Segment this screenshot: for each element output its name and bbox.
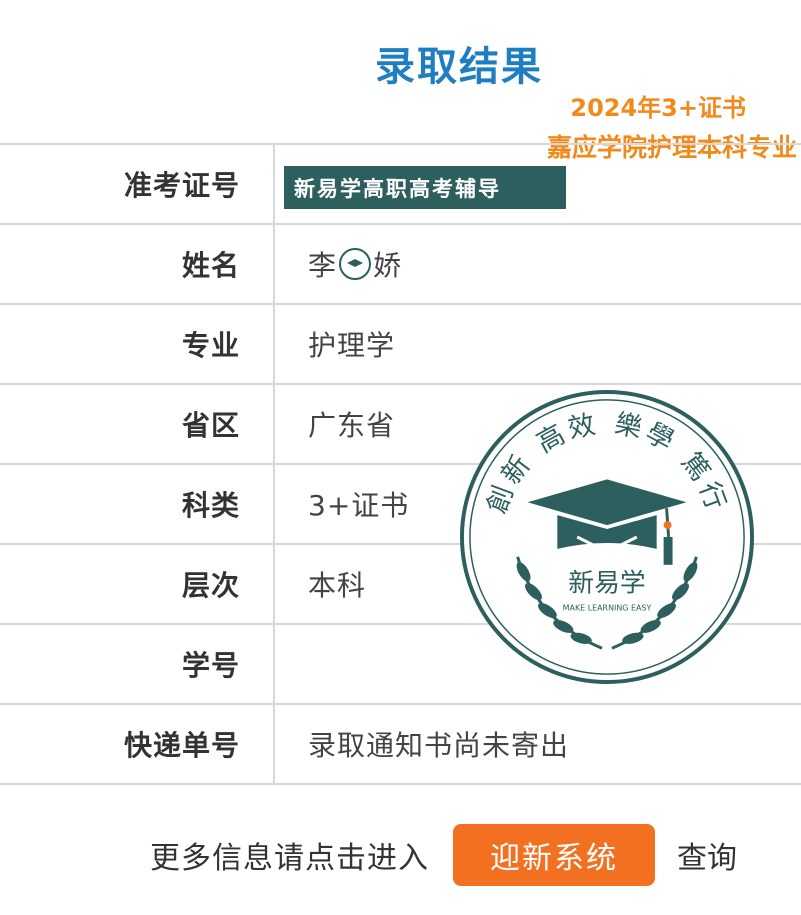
- row-label: 省区: [181, 409, 240, 442]
- column-divider: [273, 305, 275, 383]
- row-value: 护理学: [308, 329, 396, 362]
- column-divider: [273, 385, 275, 463]
- table-row: 姓名 李 娇: [0, 223, 801, 303]
- row-label: 科类: [181, 489, 240, 522]
- row-label: 专业: [181, 329, 240, 362]
- seal-logo: 創新 高效 樂學 篤行 新易学 MAKE LEARNING EASY: [459, 389, 755, 685]
- overlay-banner: 新易学高职高考辅导: [284, 166, 566, 209]
- row-label: 姓名: [181, 249, 240, 282]
- row-value: 本科: [308, 569, 367, 602]
- annotation-year: 2024年3+证书: [570, 94, 746, 122]
- row-label: 快递单号: [123, 729, 240, 762]
- row-value: 3+证书: [308, 489, 410, 522]
- page-title: 录取结果: [375, 44, 543, 90]
- column-divider: [273, 545, 275, 623]
- column-divider: [273, 705, 275, 783]
- row-label: 学号: [181, 649, 240, 682]
- name-value: 李 娇: [308, 244, 402, 284]
- column-divider: [273, 225, 275, 303]
- row-label: 层次: [181, 569, 240, 602]
- row-value: 录取通知书尚未寄出: [308, 729, 570, 762]
- name-first-char: 李: [308, 249, 338, 282]
- table-row: 快递单号 录取通知书尚未寄出: [0, 703, 801, 785]
- table-row: 专业 护理学: [0, 303, 801, 383]
- footer-bar: 更多信息请点击进入 迎新系统 查询: [150, 824, 737, 886]
- footer-query-text: 查询: [677, 841, 737, 876]
- welcome-system-button[interactable]: 迎新系统: [453, 824, 655, 886]
- row-value: 广东省: [308, 409, 396, 442]
- footer-prompt: 更多信息请点击进入: [150, 841, 429, 876]
- column-divider: [273, 625, 275, 703]
- seal-tagline: MAKE LEARNING EASY: [563, 604, 652, 613]
- name-last-char: 娇: [373, 249, 403, 282]
- row-label: 准考证号: [123, 169, 240, 202]
- column-divider: [273, 465, 275, 543]
- column-divider: [273, 145, 275, 223]
- watermark-logo-icon: [339, 248, 372, 280]
- seal-brand: 新易学: [568, 569, 645, 599]
